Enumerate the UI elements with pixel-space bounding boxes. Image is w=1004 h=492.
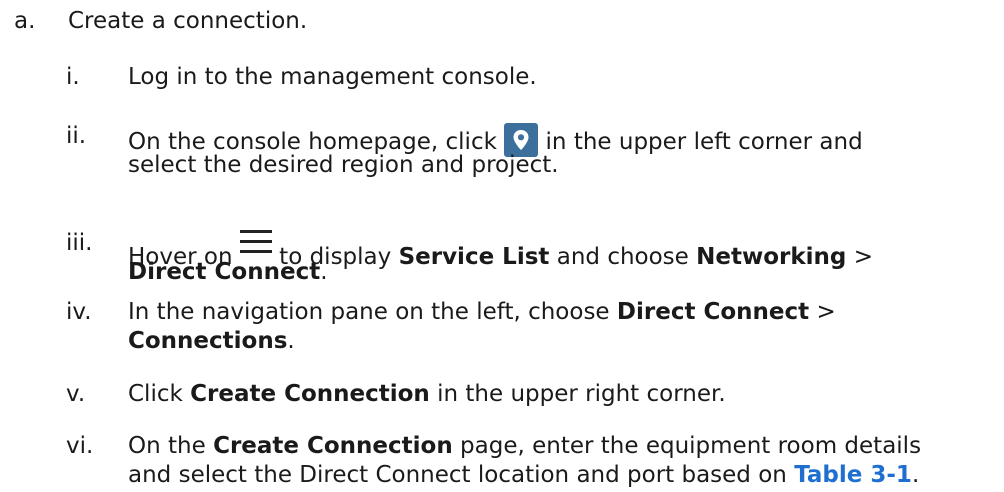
substep-iv-line2: Connections.	[128, 328, 295, 354]
substep-iii-bold-networking: Networking	[696, 244, 847, 270]
substep-ii-marker: ii.	[66, 123, 87, 149]
substep-iv-bold-connections: Connections	[128, 328, 288, 354]
substep-iii-end: .	[320, 259, 328, 285]
substep-iv-line1: In the navigation pane on the left, choo…	[128, 299, 836, 325]
substep-iii-mid2: and choose	[556, 244, 689, 270]
substep-iii-line2: Direct Connect.	[128, 259, 328, 285]
substep-v-pre: Click	[128, 381, 183, 407]
substep-iv-pre: In the navigation pane on the left, choo…	[128, 299, 610, 325]
substep-i-marker: i.	[66, 64, 80, 90]
substep-vi-line2: and select the Direct Connect location a…	[128, 462, 919, 488]
substep-v-marker: v.	[66, 381, 86, 407]
substep-vi-post: page, enter the equipment room details	[460, 433, 922, 459]
substep-vi-line2-pre: and select the Direct Connect location a…	[128, 462, 787, 488]
substep-vi-line1: On the Create Connection page, enter the…	[128, 433, 921, 459]
substep-v-line1: Click Create Connection in the upper rig…	[128, 381, 726, 407]
substep-iv-sep: >	[816, 299, 836, 325]
substep-i-text: Log in to the management console.	[128, 64, 537, 90]
hamburger-menu-icon	[239, 230, 272, 254]
substep-iv-marker: iv.	[66, 299, 92, 325]
step-a-marker: a.	[14, 8, 36, 34]
step-a-text: Create a connection.	[68, 8, 308, 34]
substep-vi-end: .	[911, 462, 920, 488]
substep-iv-end: .	[287, 328, 295, 354]
substep-iv-bold-direct-connect: Direct Connect	[616, 299, 810, 325]
substep-vi-bold-create-connection: Create Connection	[213, 433, 453, 459]
substep-ii-line2: select the desired region and project.	[128, 152, 559, 178]
substep-vi-marker: vi.	[66, 433, 94, 459]
table-3-1-link[interactable]: Table 3-1	[794, 462, 912, 488]
substep-vi-pre: On the	[128, 433, 206, 459]
substep-v-bold-create-connection: Create Connection	[190, 381, 430, 407]
substep-iii-bold-service-list: Service List	[398, 244, 550, 270]
substep-iii-sep: >	[853, 244, 873, 270]
substep-iii-marker: iii.	[66, 230, 93, 256]
substep-iii-bold-direct-connect: Direct Connect	[128, 259, 321, 285]
substep-ii-line1-post: in the upper left corner and	[545, 129, 863, 155]
substep-v-post: in the upper right corner.	[437, 381, 726, 407]
